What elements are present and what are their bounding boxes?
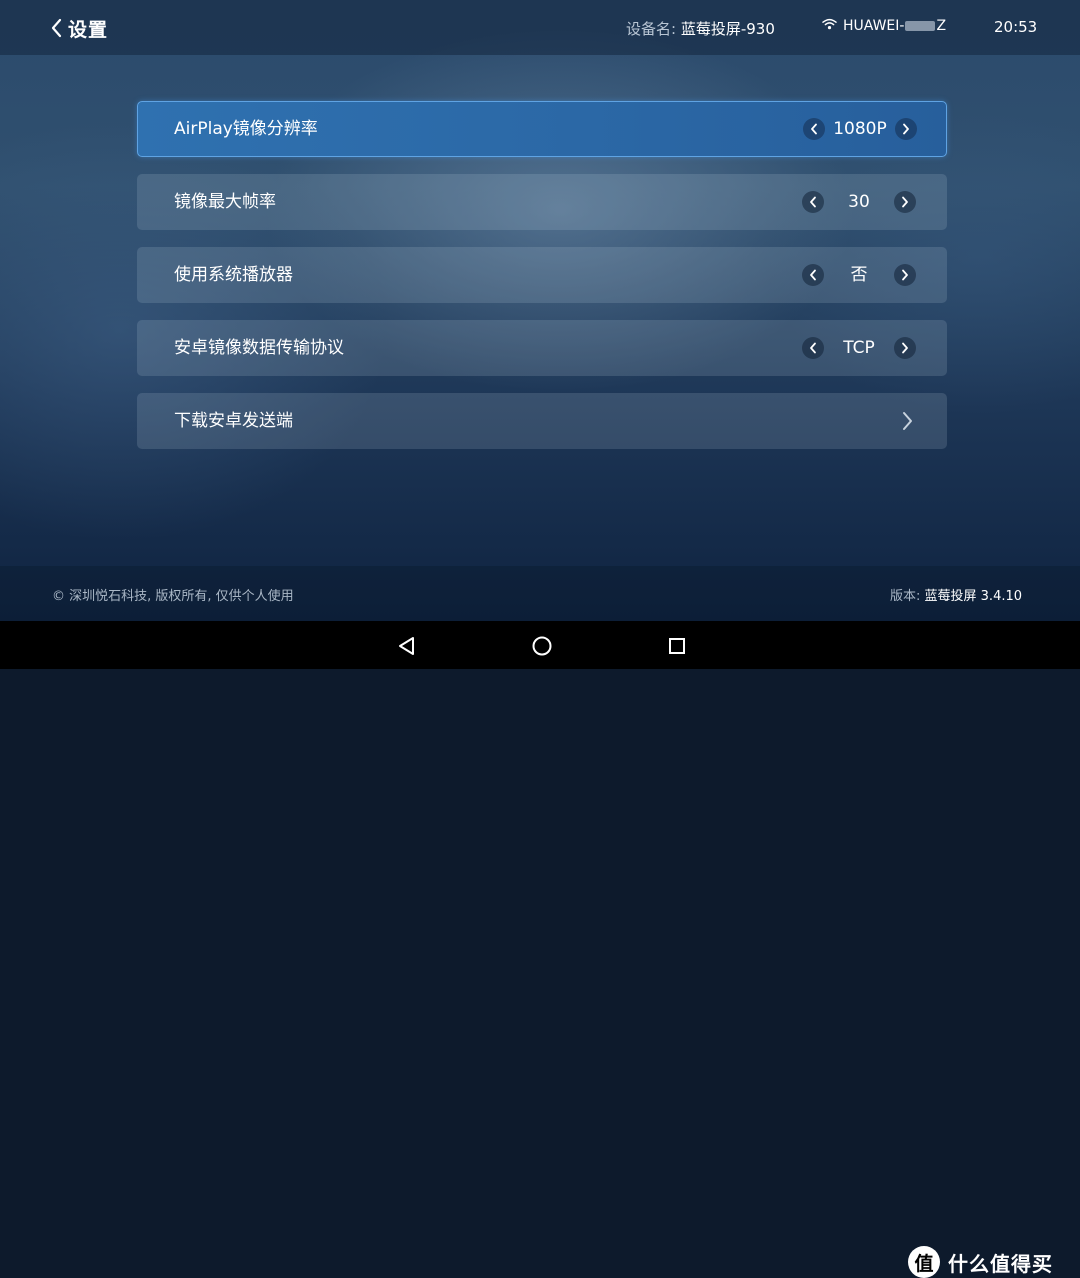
version-info: 版本: 蓝莓投屏 3.4.10 xyxy=(890,585,1022,604)
setting-row-max-framerate[interactable]: 镜像最大帧率 30 xyxy=(137,174,947,230)
wifi-name-suffix: Z xyxy=(936,18,947,34)
device-name-value: 蓝莓投屏-930 xyxy=(680,20,775,38)
chevron-left-icon xyxy=(810,196,816,208)
previous-option-button[interactable] xyxy=(802,337,824,359)
chevron-left-icon xyxy=(810,342,816,354)
android-navigation-bar: 值 什么值得买 xyxy=(0,621,1080,1278)
previous-option-button[interactable] xyxy=(803,118,825,140)
setting-row-download-sender[interactable]: 下载安卓发送端 xyxy=(137,393,947,449)
version-value: 蓝莓投屏 3.4.10 xyxy=(924,589,1023,604)
chevron-right-icon xyxy=(902,342,908,354)
setting-label: AirPlay镜像分辨率 xyxy=(174,119,318,139)
setting-label: 安卓镜像数据传输协议 xyxy=(174,338,344,358)
version-label: 版本: xyxy=(890,589,921,604)
setting-row-transfer-protocol[interactable]: 安卓镜像数据传输协议 TCP xyxy=(137,320,947,376)
next-option-button[interactable] xyxy=(894,337,916,359)
clock: 20:53 xyxy=(994,18,1038,36)
chevron-right-icon xyxy=(901,411,913,435)
watermark-text: 什么值得买 xyxy=(948,1251,1053,1276)
circle-home-icon[interactable] xyxy=(529,633,555,659)
setting-label: 镜像最大帧率 xyxy=(174,192,276,212)
wifi-status: HUAWEI- Z xyxy=(822,18,946,34)
copyright-text: © 深圳悦石科技, 版权所有, 仅供个人使用 xyxy=(52,589,294,604)
settings-screen: 设置 设备名: 蓝莓投屏-930 HUAWEI- Z 20:53 AirPlay… xyxy=(0,0,1080,621)
wifi-name-redaction xyxy=(905,21,936,31)
triangle-back-icon[interactable] xyxy=(394,633,420,659)
chevron-right-icon xyxy=(903,123,909,135)
wifi-name-prefix: HUAWEI- xyxy=(843,18,905,34)
previous-option-button[interactable] xyxy=(802,264,824,286)
chevron-right-icon xyxy=(902,196,908,208)
device-name-label: 设备名: xyxy=(626,20,677,38)
chevron-right-icon xyxy=(902,269,908,281)
setting-label: 使用系统播放器 xyxy=(174,265,293,285)
watermark: 值 什么值得买 xyxy=(908,1246,1053,1278)
setting-value: TCP xyxy=(843,338,875,358)
wifi-icon xyxy=(822,18,843,34)
back-button[interactable]: 设置 xyxy=(50,13,108,43)
previous-option-button[interactable] xyxy=(802,191,824,213)
next-option-button[interactable] xyxy=(895,118,917,140)
chevron-left-icon xyxy=(811,123,817,135)
setting-label: 下载安卓发送端 xyxy=(174,411,293,431)
setting-value: 否 xyxy=(850,265,868,285)
status-bar: 设置 设备名: 蓝莓投屏-930 HUAWEI- Z 20:53 xyxy=(0,0,1080,55)
setting-row-airplay-resolution[interactable]: AirPlay镜像分辨率 1080P xyxy=(137,101,947,157)
next-option-button[interactable] xyxy=(894,264,916,286)
page-title: 设置 xyxy=(68,18,109,41)
chevron-left-icon xyxy=(50,18,62,38)
next-option-button[interactable] xyxy=(894,191,916,213)
chevron-left-icon xyxy=(810,269,816,281)
device-name-info: 设备名: 蓝莓投屏-930 xyxy=(626,18,775,39)
setting-value: 30 xyxy=(848,192,870,212)
square-recent-icon[interactable] xyxy=(664,633,690,659)
setting-value: 1080P xyxy=(833,119,887,139)
setting-row-system-player[interactable]: 使用系统播放器 否 xyxy=(137,247,947,303)
watermark-logo: 值 xyxy=(908,1246,940,1278)
